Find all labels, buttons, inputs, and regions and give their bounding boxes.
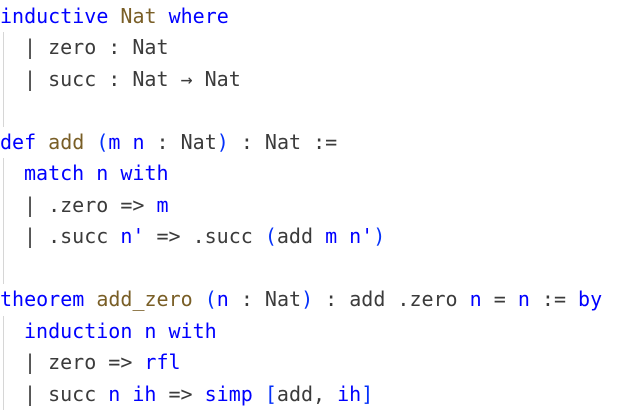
code-token: | .succ — [24, 224, 121, 248]
code-line[interactable]: induction n with — [0, 315, 217, 348]
code-token: ( — [204, 287, 217, 311]
code-token: n — [216, 287, 229, 311]
indent-guide — [0, 347, 24, 379]
code-token: n — [517, 287, 530, 311]
code-token: m n — [108, 129, 145, 154]
code-line[interactable]: | succ n ih => simp [add, ih] — [0, 378, 374, 411]
code-token: by — [578, 287, 603, 311]
code-line[interactable]: | .succ n' => .succ (add m n') — [0, 221, 385, 253]
code-token: Nat — [120, 3, 157, 28]
code-token: inductive — [0, 3, 109, 28]
code-token: : Nat — [228, 287, 302, 311]
code-token: n ih — [108, 381, 157, 406]
code-line[interactable]: | succ : Nat → Nat — [0, 63, 241, 96]
code-token: ( — [264, 224, 277, 248]
code-token: with — [168, 318, 217, 343]
code-token: add — [48, 129, 85, 154]
code-token: : Nat — [144, 129, 217, 154]
code-token: ) — [373, 224, 386, 248]
code-token: | zero : Nat — [24, 35, 169, 59]
indent-guide — [0, 221, 24, 253]
code-token: n — [469, 287, 482, 311]
code-token: n — [96, 161, 109, 185]
code-line[interactable]: inductive Nat where — [0, 1, 229, 33]
code-token: => .succ — [144, 224, 265, 248]
code-token: ] — [361, 381, 374, 406]
code-token: n — [144, 318, 157, 343]
indent-guide — [0, 189, 24, 222]
code-token: : add .zero — [313, 287, 470, 311]
code-token: add_zero — [96, 287, 193, 311]
code-line[interactable]: def add (m n : Nat) : Nat := — [0, 127, 337, 159]
code-token: with — [120, 161, 169, 185]
code-token: theorem — [0, 287, 85, 311]
code-editor[interactable]: inductive Nat where | zero : Nat | succ : … — [0, 0, 634, 412]
code-token: ih — [337, 381, 362, 406]
code-token: ) — [301, 287, 314, 311]
code-token: add, — [276, 381, 338, 406]
indent-guide — [0, 32, 24, 64]
code-token: = — [481, 287, 518, 311]
code-token: | succ — [24, 381, 109, 406]
code-line[interactable]: | zero => rfl — [0, 347, 181, 379]
code-token: add — [276, 224, 326, 248]
code-token: simp — [204, 381, 253, 406]
indent-guide — [0, 63, 24, 96]
code-line[interactable] — [0, 95, 24, 127]
code-token: rfl — [144, 350, 181, 374]
code-line[interactable]: match n with — [0, 158, 169, 190]
code-line[interactable]: theorem add_zero (n : Nat) : add .zero n… — [0, 284, 602, 316]
code-token: | succ : Nat → Nat — [24, 66, 241, 91]
code-token: ( — [96, 129, 109, 154]
code-token: where — [168, 3, 229, 28]
code-token: n' — [120, 224, 145, 248]
indent-guide — [0, 95, 24, 127]
code-token: | .zero => — [24, 192, 157, 217]
code-token: | zero => — [24, 350, 145, 374]
indent-guide — [0, 252, 24, 285]
code-token: match — [24, 161, 85, 185]
code-token: m n' — [325, 224, 374, 248]
code-token: ) — [216, 129, 229, 154]
code-token: def — [0, 129, 37, 154]
code-token: m — [156, 192, 169, 217]
indent-guide — [0, 315, 24, 348]
code-line[interactable]: | zero : Nat — [0, 32, 169, 64]
code-token: induction — [24, 318, 133, 343]
code-token: [ — [264, 381, 277, 406]
code-token: := — [529, 287, 579, 311]
code-token: : Nat := — [228, 129, 338, 154]
code-token: => — [156, 381, 205, 406]
code-line[interactable] — [0, 252, 24, 285]
code-line[interactable]: | .zero => m — [0, 189, 169, 222]
indent-guide — [0, 158, 24, 190]
indent-guide — [0, 378, 24, 411]
